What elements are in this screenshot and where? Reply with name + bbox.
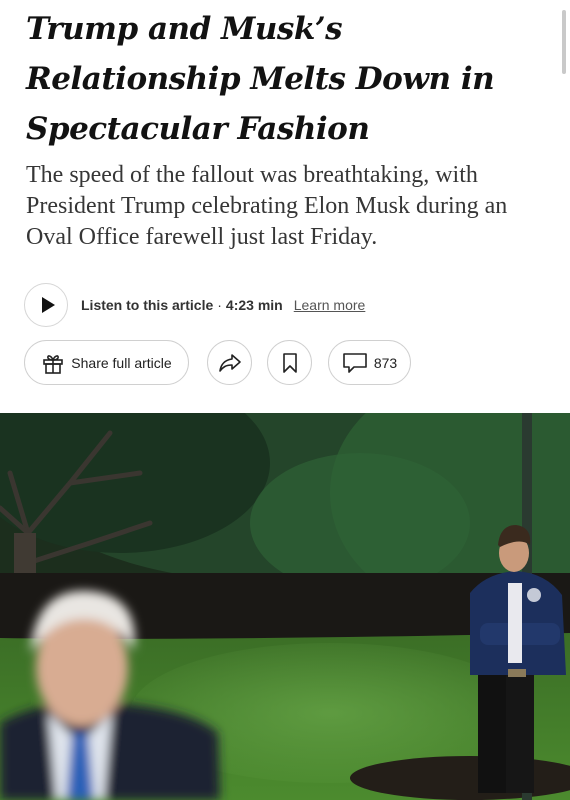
photo-illustration	[0, 413, 570, 800]
learn-more-link[interactable]: Learn more	[294, 297, 366, 313]
save-button[interactable]	[267, 340, 312, 385]
comment-count: 873	[373, 354, 398, 371]
article-photo	[0, 413, 570, 800]
play-audio-button[interactable]	[24, 283, 68, 327]
article-summary: The speed of the fallout was breathtakin…	[26, 162, 508, 250]
gift-icon	[43, 354, 64, 374]
comments-button[interactable]: 873	[328, 340, 411, 385]
comment-icon	[343, 352, 367, 373]
listen-bar: Listen to this article · 4:23 min Learn …	[24, 283, 365, 327]
share-full-article-button[interactable]: Share full article	[24, 340, 189, 385]
audio-duration: 4:23 min	[225, 297, 283, 313]
scrollbar[interactable]	[562, 10, 566, 74]
share-full-article-label: Share full article	[71, 354, 172, 371]
play-icon	[41, 297, 55, 313]
bookmark-icon	[282, 352, 297, 373]
article-headline: Trump and Musk’s Relationship Melts Down…	[26, 11, 495, 147]
share-arrow-icon	[218, 353, 241, 372]
article-actions: Share full article 873	[24, 340, 424, 385]
share-button[interactable]	[207, 340, 252, 385]
listen-separator: ·	[217, 297, 222, 313]
listen-label: Listen to this article	[81, 297, 214, 313]
